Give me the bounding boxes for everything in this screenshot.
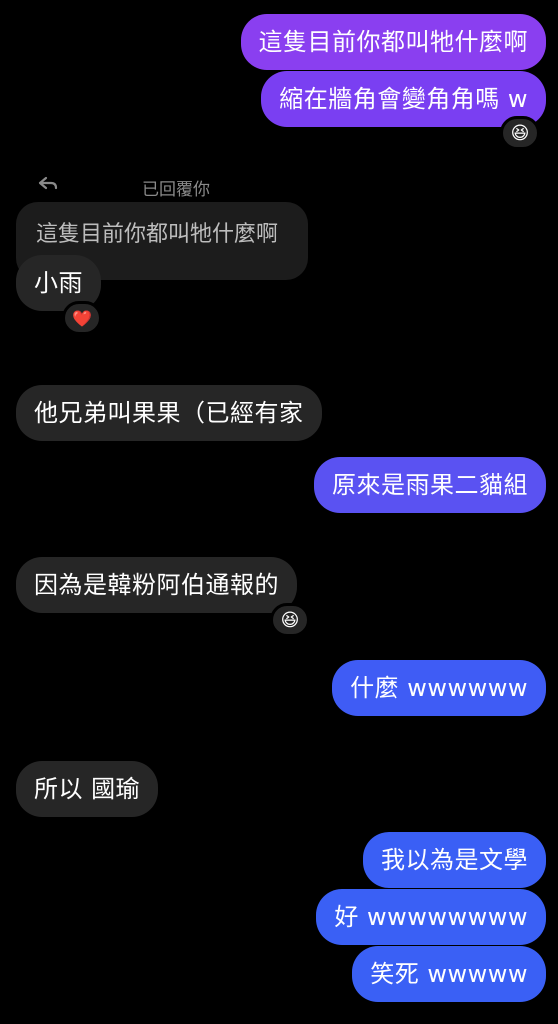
reaction-emoji[interactable]: 😆 <box>270 603 310 637</box>
reaction-emoji[interactable]: ❤️ <box>62 301 102 335</box>
outgoing-message[interactable]: 什麼 wwwwww <box>332 660 546 716</box>
outgoing-message[interactable]: 縮在牆角會變角角嗎 w <box>261 71 546 127</box>
outgoing-message[interactable]: 笑死 wwwww <box>352 946 546 1002</box>
outgoing-message[interactable]: 這隻目前你都叫牠什麼啊 <box>240 14 546 70</box>
incoming-message[interactable]: 他兄弟叫果果（已經有家 <box>16 385 322 441</box>
outgoing-message[interactable]: 我以為是文學 <box>363 832 546 888</box>
incoming-message[interactable]: 因為是韓粉阿伯通報的 <box>16 557 297 613</box>
incoming-message[interactable]: 所以 國瑜 <box>16 761 159 817</box>
outgoing-message[interactable]: 原來是雨果二貓組 <box>314 457 546 513</box>
reply-label: 已回覆你 <box>142 180 210 200</box>
reply-arrow-icon <box>38 176 58 190</box>
reaction-emoji[interactable]: 😆 <box>500 116 540 150</box>
outgoing-message[interactable]: 好 wwwwwwww <box>316 889 546 945</box>
